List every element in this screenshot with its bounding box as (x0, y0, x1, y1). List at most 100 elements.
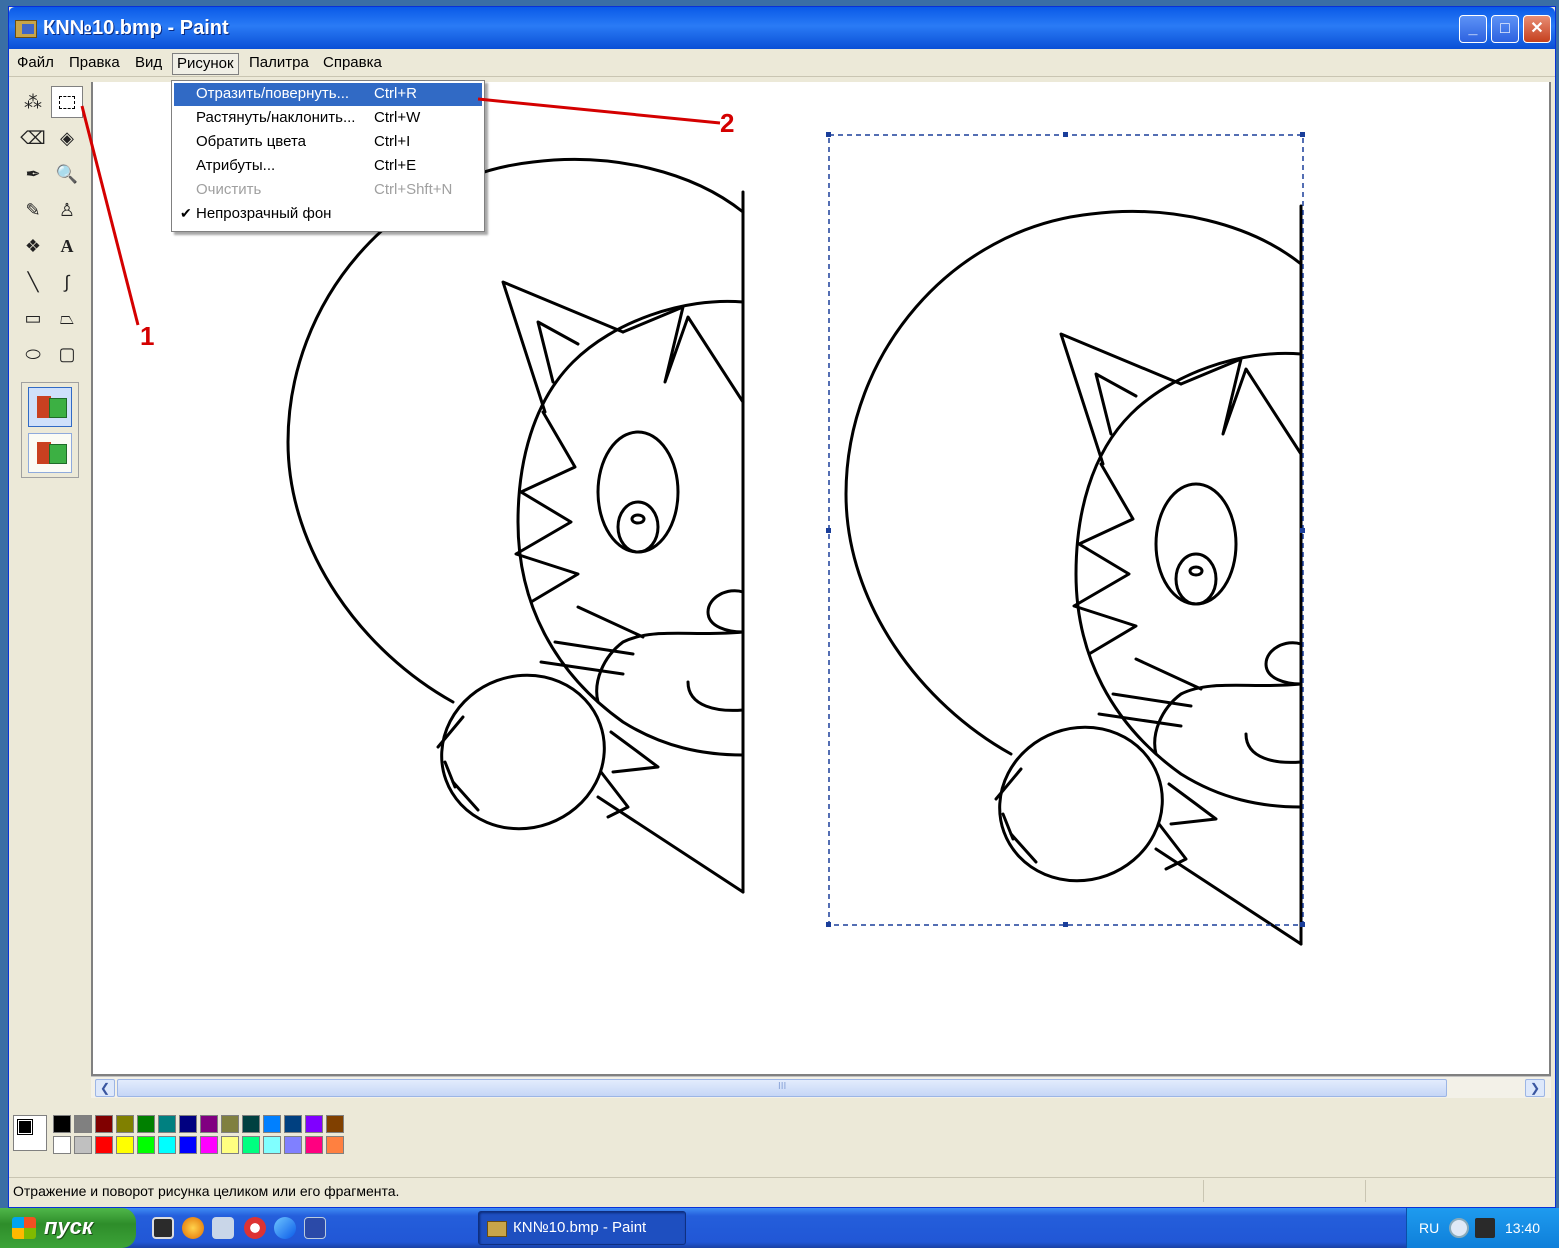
brush-icon[interactable]: ♙ (51, 194, 83, 226)
color-swatch[interactable] (221, 1136, 239, 1154)
horizontal-scrollbar[interactable]: ❮ III ❯ (91, 1076, 1551, 1098)
menu-edit[interactable]: Правка (65, 53, 124, 75)
menu-item-label: Растянуть/наклонить... (196, 109, 356, 126)
color-swatch[interactable] (221, 1115, 239, 1133)
color-swatch[interactable] (137, 1136, 155, 1154)
color-swatch[interactable] (116, 1136, 134, 1154)
color-swatch[interactable] (95, 1136, 113, 1154)
windows-logo-icon (12, 1217, 36, 1239)
quicklaunch-desktop-icon[interactable] (152, 1217, 174, 1239)
color-swatch[interactable] (305, 1115, 323, 1133)
menu-item-opaque-background[interactable]: ✔ Непрозрачный фон (174, 203, 482, 226)
menu-item-label: Обратить цвета (196, 133, 306, 150)
foreground-color (17, 1119, 33, 1135)
scroll-left-icon[interactable]: ❮ (95, 1079, 115, 1097)
text-icon[interactable]: A (51, 230, 83, 262)
ellipse-icon[interactable]: ⬭ (17, 338, 49, 370)
taskbar-item-paint[interactable]: КN№10.bmp - Paint (478, 1211, 686, 1245)
color-swatch[interactable] (95, 1115, 113, 1133)
transparent-mode-icon[interactable] (28, 433, 72, 473)
checkmark-icon: ✔ (180, 205, 192, 221)
color-swatch[interactable] (263, 1115, 281, 1133)
menu-item-label: Отразить/повернуть... (196, 85, 350, 102)
color-swatch[interactable] (200, 1115, 218, 1133)
magnifier-icon[interactable]: 🔍 (51, 158, 83, 190)
color-swatches (53, 1115, 353, 1155)
menu-view[interactable]: Вид (131, 53, 166, 75)
menu-item-stretch-skew[interactable]: Растянуть/наклонить... Ctrl+W (174, 107, 482, 130)
color-swatch[interactable] (305, 1136, 323, 1154)
quicklaunch-users-icon[interactable] (212, 1217, 234, 1239)
rectangle-icon[interactable]: ▭ (17, 302, 49, 334)
pencil-icon[interactable]: ✎ (17, 194, 49, 226)
selection-marquee[interactable] (828, 134, 1304, 926)
menu-item-shortcut: Ctrl+E (374, 157, 417, 174)
menu-palette[interactable]: Палитра (245, 53, 313, 75)
free-select-icon[interactable]: ⁂ (17, 86, 49, 118)
menu-item-shortcut: Ctrl+R (374, 85, 417, 102)
menu-item-attributes[interactable]: Атрибуты... Ctrl+E (174, 155, 482, 178)
language-indicator[interactable]: RU (1419, 1220, 1439, 1236)
color-swatch[interactable] (179, 1136, 197, 1154)
tray-arrow-icon[interactable] (1449, 1218, 1469, 1238)
airbrush-icon[interactable]: ❖ (17, 230, 49, 262)
line-icon[interactable]: ╲ (17, 266, 49, 298)
color-swatch[interactable] (326, 1115, 344, 1133)
menu-item-flip-rotate[interactable]: Отразить/повернуть... Ctrl+R (174, 83, 482, 106)
color-swatch[interactable] (242, 1136, 260, 1154)
color-swatch[interactable] (74, 1115, 92, 1133)
start-button[interactable]: пуск (0, 1208, 136, 1248)
menu-bar: Файл Правка Вид Рисунок Палитра Справка (9, 49, 1555, 77)
menu-item-invert-colors[interactable]: Обратить цвета Ctrl+I (174, 131, 482, 154)
scroll-thumb[interactable]: III (117, 1079, 1447, 1097)
status-divider (1203, 1180, 1204, 1202)
quicklaunch-ie-icon[interactable] (274, 1217, 296, 1239)
rounded-rect-icon[interactable]: ▢ (51, 338, 83, 370)
color-swatch[interactable] (53, 1136, 71, 1154)
title-bar[interactable]: КN№10.bmp - Paint _ □ ✕ (9, 7, 1555, 49)
menu-item-label: Очистить (196, 181, 262, 198)
menu-image[interactable]: Рисунок (172, 53, 239, 75)
minimize-button[interactable]: _ (1459, 15, 1487, 43)
color-swatch[interactable] (137, 1115, 155, 1133)
close-button[interactable]: ✕ (1523, 15, 1551, 43)
color-swatch[interactable] (284, 1115, 302, 1133)
color-swatch[interactable] (53, 1115, 71, 1133)
paint-app-icon (15, 20, 37, 38)
quicklaunch-media-icon[interactable] (182, 1217, 204, 1239)
color-swatch[interactable] (200, 1136, 218, 1154)
eraser-icon[interactable]: ⌫ (17, 122, 49, 154)
menu-item-label: Атрибуты... (196, 157, 276, 174)
status-divider (1365, 1180, 1366, 1202)
color-swatch[interactable] (242, 1115, 260, 1133)
menu-file[interactable]: Файл (13, 53, 58, 75)
network-icon[interactable] (1475, 1218, 1495, 1238)
quicklaunch-opera-icon[interactable] (244, 1217, 266, 1239)
maximize-button[interactable]: □ (1491, 15, 1519, 43)
quicklaunch-app-icon[interactable] (304, 1217, 326, 1239)
current-colors[interactable] (13, 1115, 47, 1151)
menu-help[interactable]: Справка (319, 53, 386, 75)
menu-item-shortcut: Ctrl+W (374, 109, 421, 126)
tool-options (21, 382, 79, 478)
menu-item-shortcut: Ctrl+I (374, 133, 411, 150)
polygon-icon[interactable]: ⏢ (51, 302, 83, 334)
color-swatch[interactable] (158, 1115, 176, 1133)
cat-drawing-right (844, 204, 1303, 946)
scroll-right-icon[interactable]: ❯ (1525, 1079, 1545, 1097)
color-picker-icon[interactable]: ✒ (17, 158, 49, 190)
opaque-mode-icon[interactable] (28, 387, 72, 427)
color-palette (9, 1101, 1555, 1171)
rect-select-icon[interactable] (51, 86, 83, 118)
color-swatch[interactable] (179, 1115, 197, 1133)
start-label: пуск (44, 1214, 94, 1239)
color-swatch[interactable] (116, 1115, 134, 1133)
color-swatch[interactable] (263, 1136, 281, 1154)
curve-icon[interactable]: ∫ (51, 266, 83, 298)
color-swatch[interactable] (74, 1136, 92, 1154)
selection-handles[interactable] (826, 132, 1305, 927)
fill-icon[interactable]: ◈ (51, 122, 83, 154)
color-swatch[interactable] (158, 1136, 176, 1154)
color-swatch[interactable] (284, 1136, 302, 1154)
color-swatch[interactable] (326, 1136, 344, 1154)
